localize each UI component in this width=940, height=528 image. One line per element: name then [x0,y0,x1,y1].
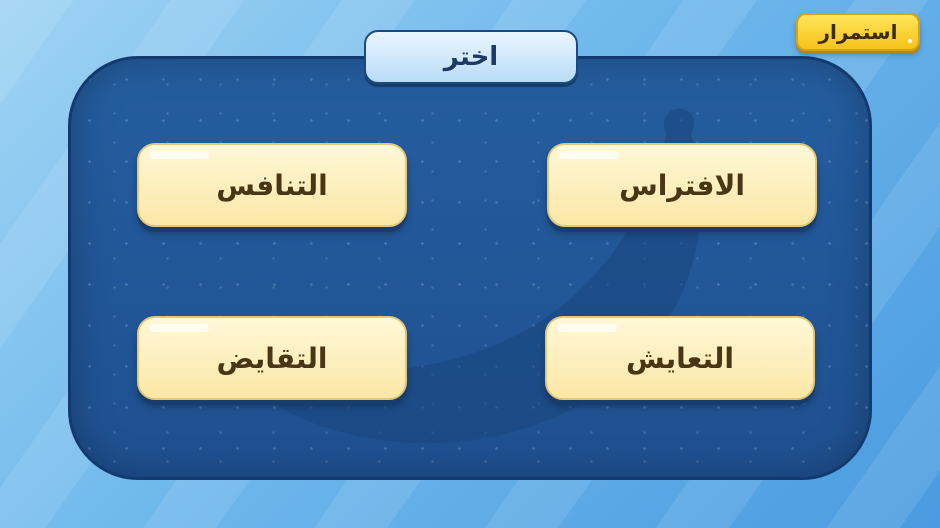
continue-highlight [908,39,912,43]
option-label: التنافس [216,168,328,202]
page-title: اختر [443,42,499,72]
option-label: الافتراس [619,168,745,202]
option-predation[interactable]: الافتراس [547,143,817,227]
option-competition[interactable]: التنافس [137,143,407,227]
option-exchange[interactable]: التقايض [137,316,407,400]
continue-label: استمرار [818,20,898,44]
option-label: التعايش [626,341,734,375]
title-tab: اختر [364,30,578,84]
continue-button[interactable]: استمرار [796,13,920,51]
option-label: التقايض [216,341,328,375]
choices-panel [68,56,872,480]
option-coexistence[interactable]: التعايش [545,316,815,400]
